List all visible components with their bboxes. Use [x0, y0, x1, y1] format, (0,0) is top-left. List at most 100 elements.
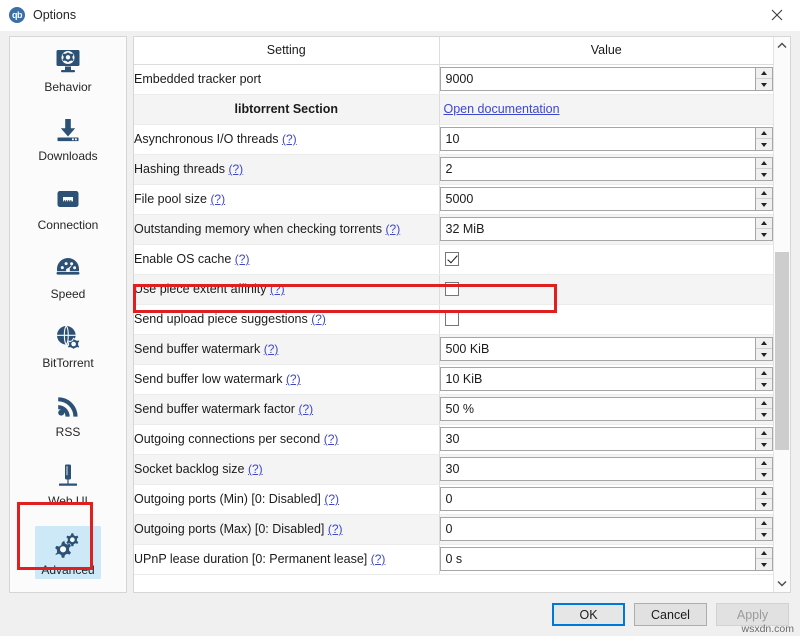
open-documentation-link[interactable]: Open documentation — [440, 102, 560, 116]
table-row[interactable]: Outgoing connections per second (?)30 — [134, 424, 773, 454]
spinbox-value[interactable]: 0 s — [441, 548, 756, 570]
spinbox-value[interactable]: 2 — [441, 158, 756, 180]
sidebar-item-connection[interactable]: Connection — [10, 175, 126, 244]
spinbox-increment-button[interactable] — [756, 68, 772, 79]
spinbox-increment-button[interactable] — [756, 218, 772, 229]
table-row[interactable]: Hashing threads (?)2 — [134, 154, 773, 184]
scroll-down-button[interactable] — [774, 575, 790, 592]
spinbox-decrement-button[interactable] — [756, 169, 772, 180]
spinbox-decrement-button[interactable] — [756, 349, 772, 360]
scrollbar-track[interactable] — [774, 54, 790, 575]
help-link-icon[interactable]: (?) — [264, 342, 279, 356]
help-link-icon[interactable]: (?) — [286, 372, 301, 386]
help-link-icon[interactable]: (?) — [248, 462, 263, 476]
help-link-icon[interactable]: (?) — [298, 402, 313, 416]
sidebar-item-rss[interactable]: RSS — [10, 382, 126, 451]
cancel-button[interactable]: Cancel — [634, 603, 707, 626]
spinbox[interactable]: 30 — [440, 457, 774, 481]
spinbox-decrement-button[interactable] — [756, 409, 772, 420]
spinbox-increment-button[interactable] — [756, 518, 772, 529]
sidebar-item-advanced[interactable]: Advanced — [10, 520, 126, 589]
spinbox-decrement-button[interactable] — [756, 529, 772, 540]
help-link-icon[interactable]: (?) — [210, 192, 225, 206]
spinbox-value[interactable]: 10 — [441, 128, 756, 150]
scroll-up-button[interactable] — [774, 37, 790, 54]
table-row[interactable]: UPnP lease duration [0: Permanent lease]… — [134, 544, 773, 574]
column-header-setting[interactable]: Setting — [134, 37, 439, 64]
spinbox-decrement-button[interactable] — [756, 439, 772, 450]
spinbox[interactable]: 9000 — [440, 67, 774, 91]
sidebar-item-behavior[interactable]: Behavior — [10, 37, 126, 106]
help-link-icon[interactable]: (?) — [328, 522, 343, 536]
ok-button[interactable]: OK — [552, 603, 625, 626]
checkbox-checked[interactable] — [445, 252, 459, 266]
spinbox-value[interactable]: 50 % — [441, 398, 756, 420]
help-link-icon[interactable]: (?) — [324, 492, 339, 506]
help-link-icon[interactable]: (?) — [371, 552, 386, 566]
table-row[interactable]: Send upload piece suggestions (?) — [134, 304, 773, 334]
spinbox-value[interactable]: 30 — [441, 428, 756, 450]
table-row[interactable]: Enable OS cache (?) — [134, 244, 773, 274]
spinbox[interactable]: 0 — [440, 517, 774, 541]
sidebar-item-downloads[interactable]: Downloads — [10, 106, 126, 175]
spinbox[interactable]: 10 — [440, 127, 774, 151]
spinbox[interactable]: 0 s — [440, 547, 774, 571]
sidebar-item-speed[interactable]: Speed — [10, 244, 126, 313]
table-row[interactable]: Outstanding memory when checking torrent… — [134, 214, 773, 244]
spinbox[interactable]: 0 — [440, 487, 774, 511]
vertical-scrollbar[interactable] — [773, 37, 790, 592]
spinbox-value[interactable]: 10 KiB — [441, 368, 756, 390]
spinbox-increment-button[interactable] — [756, 128, 772, 139]
table-row[interactable]: Send buffer low watermark (?)10 KiB — [134, 364, 773, 394]
spinbox-increment-button[interactable] — [756, 398, 772, 409]
spinbox-value[interactable]: 30 — [441, 458, 756, 480]
table-row[interactable]: Outgoing ports (Max) [0: Disabled] (?)0 — [134, 514, 773, 544]
help-link-icon[interactable]: (?) — [324, 432, 339, 446]
spinbox-value[interactable]: 32 MiB — [441, 218, 756, 240]
spinbox[interactable]: 2 — [440, 157, 774, 181]
help-link-icon[interactable]: (?) — [270, 282, 285, 296]
spinbox[interactable]: 50 % — [440, 397, 774, 421]
spinbox-decrement-button[interactable] — [756, 79, 772, 90]
table-row[interactable]: File pool size (?)5000 — [134, 184, 773, 214]
table-row[interactable]: Socket backlog size (?)30 — [134, 454, 773, 484]
spinbox[interactable]: 500 KiB — [440, 337, 774, 361]
help-link-icon[interactable]: (?) — [235, 252, 250, 266]
spinbox-value[interactable]: 500 KiB — [441, 338, 756, 360]
spinbox-value[interactable]: 0 — [441, 518, 756, 540]
checkbox-unchecked[interactable] — [445, 282, 459, 296]
spinbox[interactable]: 10 KiB — [440, 367, 774, 391]
spinbox-increment-button[interactable] — [756, 338, 772, 349]
spinbox-decrement-button[interactable] — [756, 199, 772, 210]
table-row[interactable]: Outgoing ports (Min) [0: Disabled] (?)0 — [134, 484, 773, 514]
help-link-icon[interactable]: (?) — [311, 312, 326, 326]
spinbox-increment-button[interactable] — [756, 548, 772, 559]
spinbox-value[interactable]: 5000 — [441, 188, 756, 210]
spinbox-decrement-button[interactable] — [756, 499, 772, 510]
table-row[interactable]: Use piece extent affinity (?) — [134, 274, 773, 304]
sidebar-item-bittorrent[interactable]: BitTorrent — [10, 313, 126, 382]
scrollbar-thumb[interactable] — [775, 252, 789, 450]
spinbox-increment-button[interactable] — [756, 488, 772, 499]
table-row[interactable]: Embedded tracker port9000 — [134, 64, 773, 94]
table-row[interactable]: libtorrent SectionOpen documentation — [134, 94, 773, 124]
spinbox-value[interactable]: 9000 — [441, 68, 756, 90]
checkbox-unchecked[interactable] — [445, 312, 459, 326]
help-link-icon[interactable]: (?) — [229, 162, 244, 176]
column-header-value[interactable]: Value — [439, 37, 773, 64]
spinbox-decrement-button[interactable] — [756, 379, 772, 390]
table-row[interactable]: Send buffer watermark factor (?)50 % — [134, 394, 773, 424]
table-row[interactable]: Asynchronous I/O threads (?)10 — [134, 124, 773, 154]
spinbox-increment-button[interactable] — [756, 158, 772, 169]
sidebar-item-web-ui[interactable]: Web UI — [10, 451, 126, 520]
spinbox-increment-button[interactable] — [756, 368, 772, 379]
spinbox-decrement-button[interactable] — [756, 559, 772, 570]
spinbox-increment-button[interactable] — [756, 458, 772, 469]
spinbox[interactable]: 5000 — [440, 187, 774, 211]
spinbox-decrement-button[interactable] — [756, 229, 772, 240]
spinbox-increment-button[interactable] — [756, 428, 772, 439]
spinbox-value[interactable]: 0 — [441, 488, 756, 510]
table-row[interactable]: Send buffer watermark (?)500 KiB — [134, 334, 773, 364]
spinbox-decrement-button[interactable] — [756, 469, 772, 480]
spinbox[interactable]: 32 MiB — [440, 217, 774, 241]
